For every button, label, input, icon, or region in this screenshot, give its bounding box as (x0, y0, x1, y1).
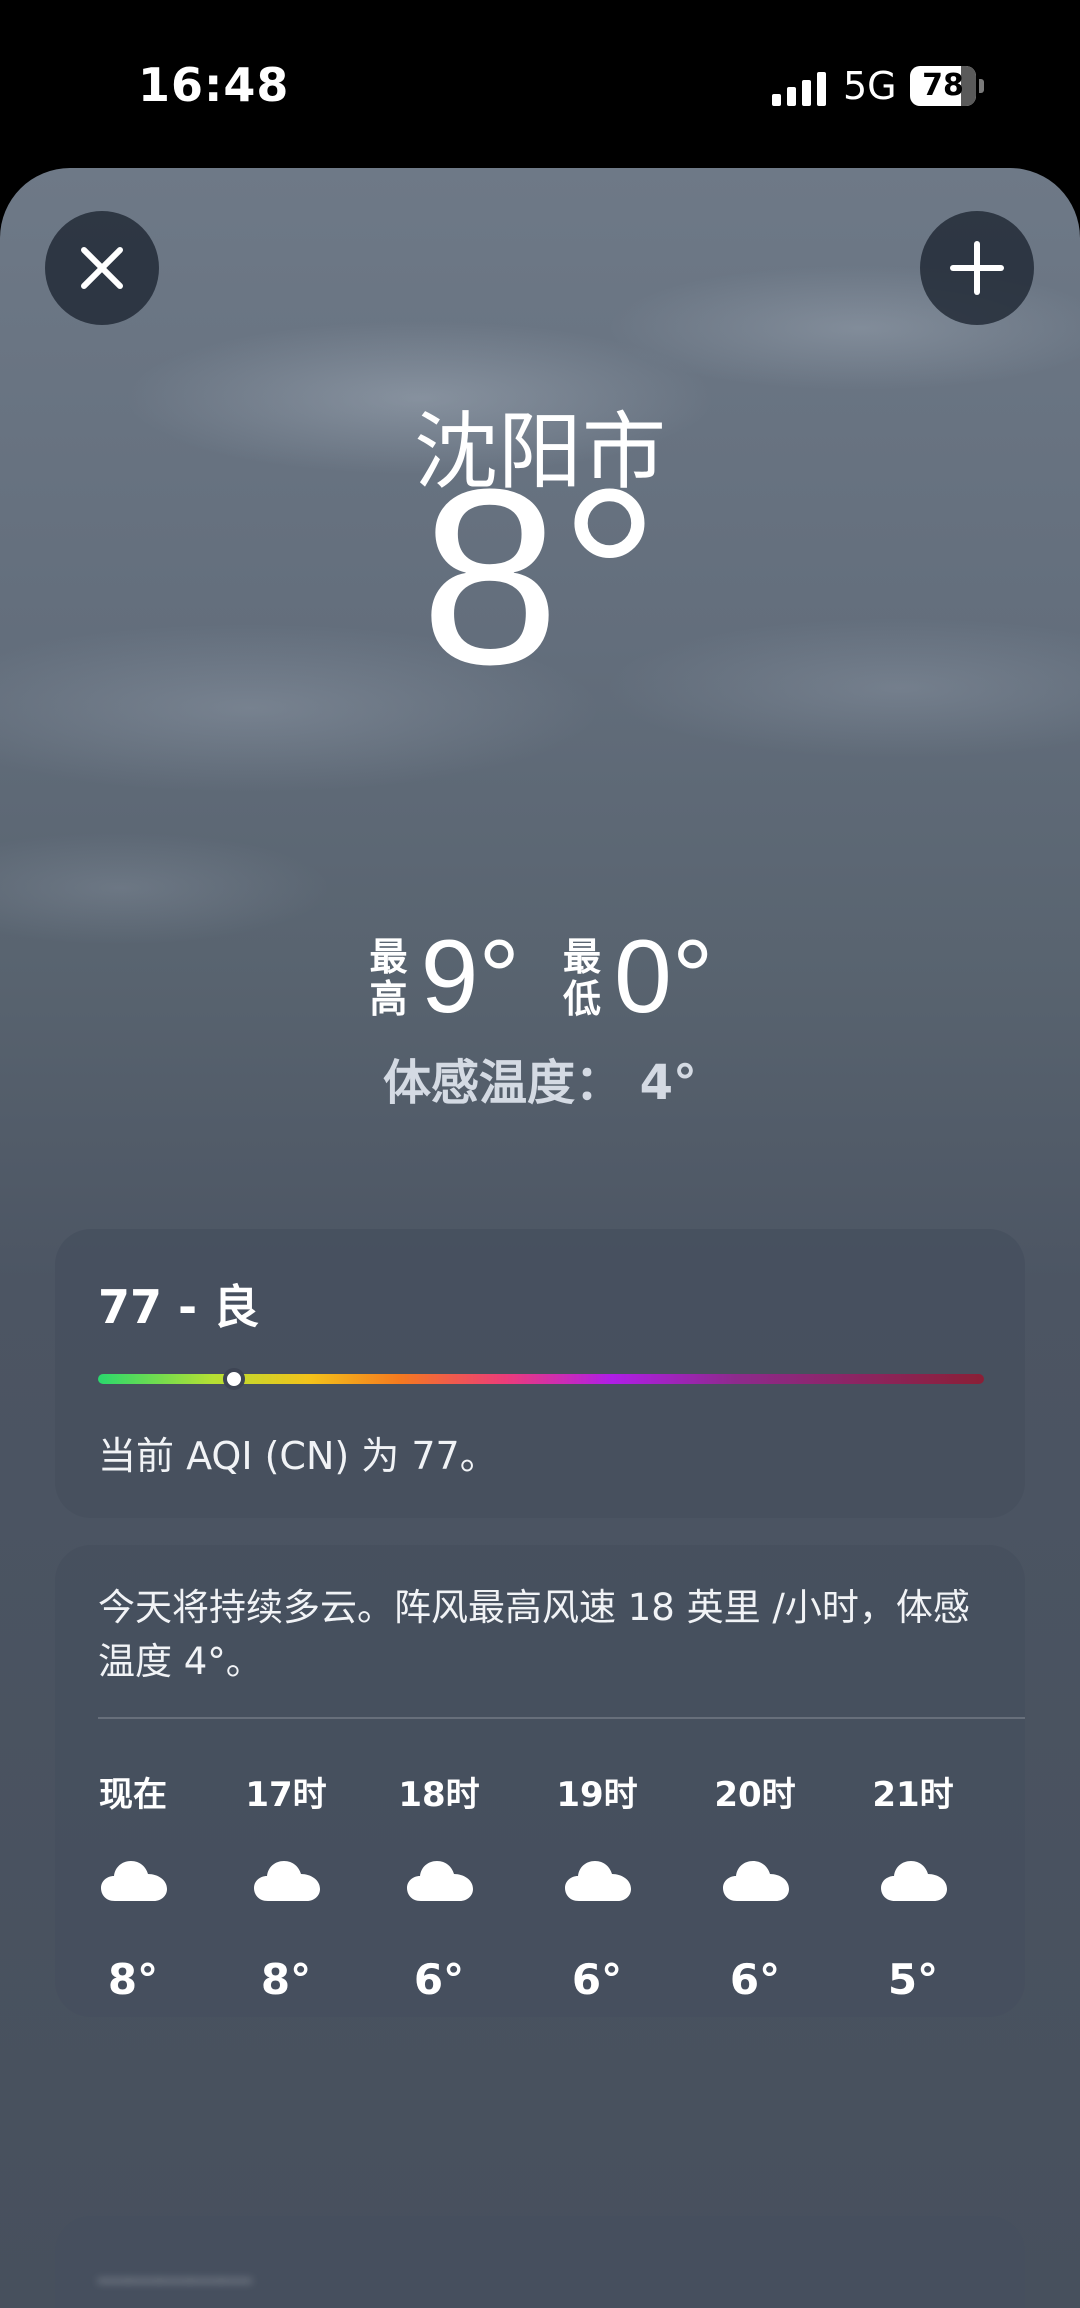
hour-temperature: 8° (260, 1955, 312, 2004)
high-temperature: 9° (420, 919, 520, 1035)
hour-temperature: 6° (571, 1955, 623, 2004)
hourly-item: 21时 5° (843, 1545, 983, 2185)
hour-temperature: 5° (887, 1955, 939, 2004)
network-type-label: 5G (843, 64, 897, 108)
cloud-icon (565, 1861, 631, 1901)
cloud-icon (723, 1861, 789, 1901)
aqi-indicator (223, 1368, 246, 1390)
hour-time: 19时 (556, 1775, 638, 1815)
hour-temperature: 6° (413, 1955, 465, 2004)
air-quality-card[interactable]: 77 - 良 当前 AQI (CN) 为 77。 (55, 1229, 1025, 1518)
hourly-item: 现在 8° (63, 1545, 203, 2185)
next-card-title: ▁▁▁▁▁ (98, 2238, 252, 2284)
hourly-item: 17时 8° (216, 1545, 356, 2185)
cloud-icon (881, 1861, 947, 1901)
low-label: 最低 (562, 934, 601, 1021)
cloud-icon (254, 1861, 320, 1901)
hour-time: 17时 (245, 1775, 327, 1815)
status-bar: 16:48 5G 78 (0, 0, 1080, 168)
high-low-temperature: 最高 9° 最低 0° (0, 918, 1080, 1037)
hourly-item: 20时 6° (685, 1545, 825, 2185)
battery-percent: 78 (922, 68, 964, 103)
weather-screen: 16:48 5G 78 沈阳市 8° 最高 9° 最低 0° 体感温度： 4° … (0, 0, 1080, 2308)
add-location-button[interactable] (920, 211, 1034, 325)
close-button[interactable] (45, 211, 159, 325)
hour-time: 18时 (398, 1775, 480, 1815)
low-temperature: 0° (614, 919, 714, 1035)
hourly-item: 19时 6° (527, 1545, 667, 2185)
plus-icon (950, 241, 1004, 295)
status-time: 16:48 (138, 58, 290, 112)
hour-time: 20时 (714, 1775, 796, 1815)
cloud-icon (407, 1861, 473, 1901)
aqi-title: 77 - 良 (98, 1280, 260, 1334)
current-temperature: 8° (420, 437, 660, 716)
close-icon (81, 247, 123, 289)
next-card[interactable]: ▁▁▁▁▁ (55, 2216, 1025, 2308)
hour-time: 21时 (872, 1775, 954, 1815)
weather-sheet: 沈阳市 8° 最高 9° 最低 0° 体感温度： 4° 77 - 良 当前 AQ… (0, 168, 1080, 2308)
cloud-icon (101, 1861, 167, 1901)
battery-icon: 78 (910, 66, 984, 106)
hour-temperature: 6° (729, 1955, 781, 2004)
hourly-item: 18时 6° (369, 1545, 509, 2185)
hour-time: 现在 (99, 1775, 167, 1815)
high-label: 最高 (369, 934, 408, 1021)
signal-icon (772, 72, 826, 106)
feels-like-temperature: 体感温度： 4° (382, 1055, 698, 1111)
hourly-forecast-card[interactable]: 今天将持续多云。阵风最高风速 18 英里 /小时，体感温度 4°。 现在 8° … (55, 1545, 1025, 2017)
aqi-description: 当前 AQI (CN) 为 77。 (98, 1434, 498, 1478)
hour-temperature: 8° (107, 1955, 159, 2004)
